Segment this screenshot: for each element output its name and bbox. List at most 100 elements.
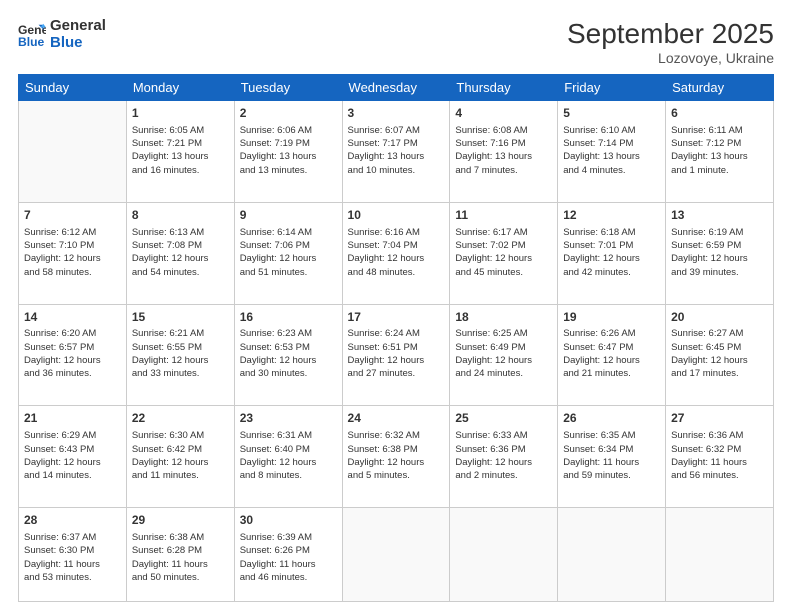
day-info-line: Daylight: 13 hours <box>348 150 445 163</box>
day-info-line: Sunrise: 6:08 AM <box>455 124 552 137</box>
weekday-header-thursday: Thursday <box>450 75 558 101</box>
day-info-line: and 59 minutes. <box>563 469 660 482</box>
day-info-line: Sunrise: 6:13 AM <box>132 226 229 239</box>
calendar-cell: 27Sunrise: 6:36 AMSunset: 6:32 PMDayligh… <box>666 406 774 508</box>
weekday-header-row: SundayMondayTuesdayWednesdayThursdayFrid… <box>19 75 774 101</box>
day-info-line: and 51 minutes. <box>240 266 337 279</box>
day-info-line: Daylight: 13 hours <box>455 150 552 163</box>
day-info-line: and 8 minutes. <box>240 469 337 482</box>
logo-general: General <box>50 18 106 35</box>
calendar-cell: 8Sunrise: 6:13 AMSunset: 7:08 PMDaylight… <box>126 202 234 304</box>
day-info-line: and 50 minutes. <box>132 571 229 584</box>
day-number: 30 <box>240 512 337 529</box>
day-info-line: Daylight: 11 hours <box>671 456 768 469</box>
day-info-line: Sunrise: 6:18 AM <box>563 226 660 239</box>
day-info-line: Daylight: 12 hours <box>455 252 552 265</box>
day-number: 6 <box>671 105 768 122</box>
day-number: 17 <box>348 309 445 326</box>
calendar-cell: 5Sunrise: 6:10 AMSunset: 7:14 PMDaylight… <box>558 101 666 203</box>
day-info-line: Daylight: 12 hours <box>348 252 445 265</box>
day-info-line: Sunrise: 6:26 AM <box>563 327 660 340</box>
day-info-line: Sunrise: 6:06 AM <box>240 124 337 137</box>
day-info-line: Sunset: 6:36 PM <box>455 443 552 456</box>
day-number: 9 <box>240 207 337 224</box>
day-info-line: Sunset: 6:42 PM <box>132 443 229 456</box>
calendar-cell <box>450 508 558 602</box>
day-info-line: Sunrise: 6:31 AM <box>240 429 337 442</box>
day-info-line: Daylight: 12 hours <box>132 354 229 367</box>
day-info-line: Sunset: 6:55 PM <box>132 341 229 354</box>
day-info-line: Sunset: 6:26 PM <box>240 544 337 557</box>
day-info-line: and 13 minutes. <box>240 164 337 177</box>
day-number: 28 <box>24 512 121 529</box>
day-number: 15 <box>132 309 229 326</box>
day-info-line: Daylight: 12 hours <box>671 252 768 265</box>
day-number: 25 <box>455 410 552 427</box>
day-info-line: Sunset: 6:32 PM <box>671 443 768 456</box>
day-info-line: Sunset: 7:12 PM <box>671 137 768 150</box>
day-number: 18 <box>455 309 552 326</box>
calendar-cell: 21Sunrise: 6:29 AMSunset: 6:43 PMDayligh… <box>19 406 127 508</box>
day-info-line: and 2 minutes. <box>455 469 552 482</box>
logo: General Blue General Blue <box>18 18 106 51</box>
day-info-line: Sunset: 6:40 PM <box>240 443 337 456</box>
day-info-line: Sunrise: 6:32 AM <box>348 429 445 442</box>
day-info-line: Sunrise: 6:24 AM <box>348 327 445 340</box>
day-number: 1 <box>132 105 229 122</box>
day-info-line: Sunset: 7:16 PM <box>455 137 552 150</box>
day-number: 29 <box>132 512 229 529</box>
day-info-line: Sunset: 6:43 PM <box>24 443 121 456</box>
day-info-line: and 14 minutes. <box>24 469 121 482</box>
day-number: 7 <box>24 207 121 224</box>
day-info-line: Daylight: 12 hours <box>24 456 121 469</box>
day-info-line: Daylight: 12 hours <box>563 252 660 265</box>
calendar-week-row: 1Sunrise: 6:05 AMSunset: 7:21 PMDaylight… <box>19 101 774 203</box>
day-info-line: Sunset: 6:38 PM <box>348 443 445 456</box>
calendar-cell <box>19 101 127 203</box>
day-info-line: and 48 minutes. <box>348 266 445 279</box>
calendar-cell: 17Sunrise: 6:24 AMSunset: 6:51 PMDayligh… <box>342 304 450 406</box>
day-info-line: Daylight: 12 hours <box>24 252 121 265</box>
day-info-line: and 1 minute. <box>671 164 768 177</box>
day-info-line: Daylight: 12 hours <box>132 252 229 265</box>
calendar-cell: 22Sunrise: 6:30 AMSunset: 6:42 PMDayligh… <box>126 406 234 508</box>
title-block: September 2025 Lozovoye, Ukraine <box>567 18 774 66</box>
calendar-cell <box>558 508 666 602</box>
day-info-line: and 53 minutes. <box>24 571 121 584</box>
day-info-line: and 46 minutes. <box>240 571 337 584</box>
location: Lozovoye, Ukraine <box>567 50 774 66</box>
day-number: 2 <box>240 105 337 122</box>
day-info-line: Sunrise: 6:35 AM <box>563 429 660 442</box>
calendar-cell: 26Sunrise: 6:35 AMSunset: 6:34 PMDayligh… <box>558 406 666 508</box>
day-number: 20 <box>671 309 768 326</box>
day-info-line: Daylight: 12 hours <box>348 456 445 469</box>
calendar-cell: 23Sunrise: 6:31 AMSunset: 6:40 PMDayligh… <box>234 406 342 508</box>
calendar-cell: 9Sunrise: 6:14 AMSunset: 7:06 PMDaylight… <box>234 202 342 304</box>
calendar-cell: 15Sunrise: 6:21 AMSunset: 6:55 PMDayligh… <box>126 304 234 406</box>
day-number: 3 <box>348 105 445 122</box>
day-info-line: Sunset: 7:10 PM <box>24 239 121 252</box>
day-info-line: Daylight: 12 hours <box>240 354 337 367</box>
day-info-line: Daylight: 12 hours <box>455 354 552 367</box>
day-info-line: Sunrise: 6:11 AM <box>671 124 768 137</box>
calendar-cell: 2Sunrise: 6:06 AMSunset: 7:19 PMDaylight… <box>234 101 342 203</box>
day-number: 10 <box>348 207 445 224</box>
day-info-line: Sunset: 6:34 PM <box>563 443 660 456</box>
calendar-week-row: 28Sunrise: 6:37 AMSunset: 6:30 PMDayligh… <box>19 508 774 602</box>
day-info-line: Sunrise: 6:33 AM <box>455 429 552 442</box>
day-info-line: Sunrise: 6:16 AM <box>348 226 445 239</box>
day-info-line: and 16 minutes. <box>132 164 229 177</box>
day-info-line: Daylight: 12 hours <box>348 354 445 367</box>
day-info-line: and 17 minutes. <box>671 367 768 380</box>
logo-blue: Blue <box>50 35 106 52</box>
calendar-week-row: 21Sunrise: 6:29 AMSunset: 6:43 PMDayligh… <box>19 406 774 508</box>
calendar-cell: 28Sunrise: 6:37 AMSunset: 6:30 PMDayligh… <box>19 508 127 602</box>
day-info-line: Sunset: 6:28 PM <box>132 544 229 557</box>
day-number: 8 <box>132 207 229 224</box>
weekday-header-friday: Friday <box>558 75 666 101</box>
day-info-line: Daylight: 12 hours <box>671 354 768 367</box>
day-info-line: Sunrise: 6:27 AM <box>671 327 768 340</box>
day-number: 21 <box>24 410 121 427</box>
day-info-line: Sunrise: 6:39 AM <box>240 531 337 544</box>
day-info-line: Sunset: 7:21 PM <box>132 137 229 150</box>
